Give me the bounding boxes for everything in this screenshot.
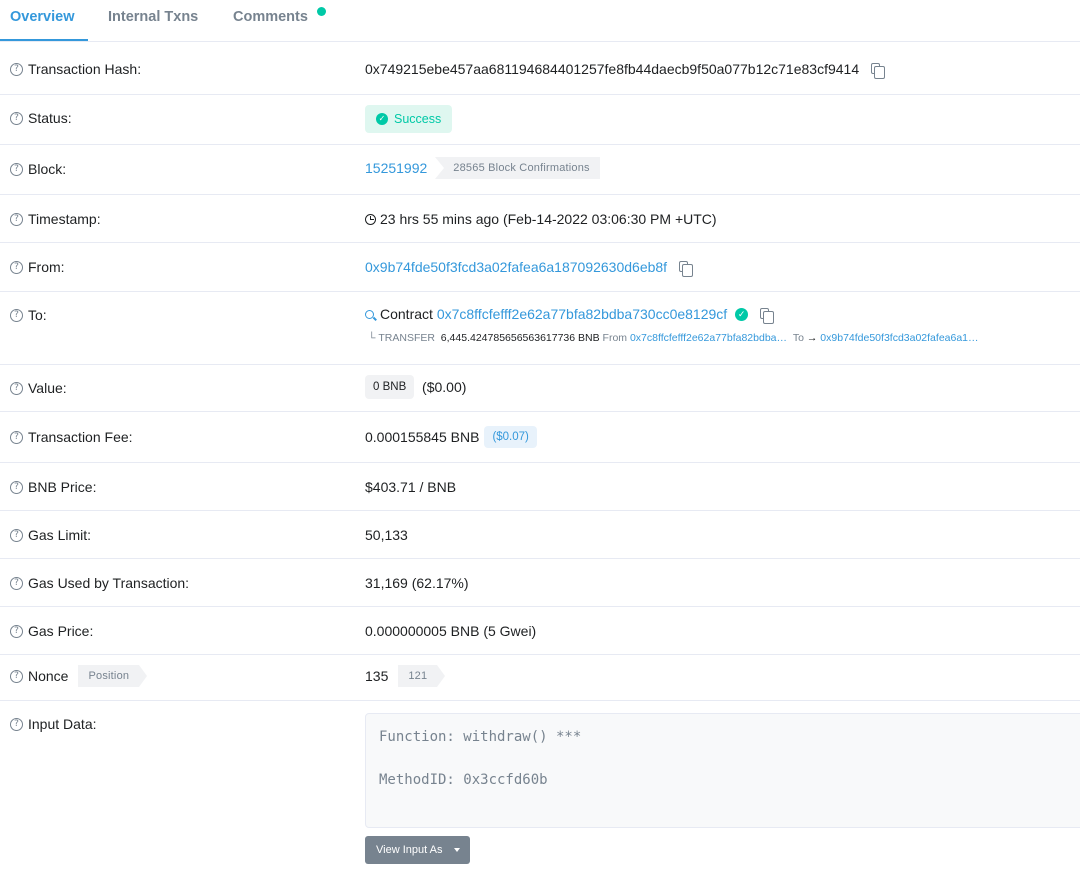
gas-limit-value: 50,133: [365, 527, 408, 543]
help-icon[interactable]: ?: [10, 111, 23, 125]
row-input-data: ? Input Data:: [10, 716, 97, 732]
position-value-badge: 121: [398, 665, 446, 687]
help-icon[interactable]: ?: [10, 528, 23, 542]
row-block: ? Block: 15251992 28565 Block Confirmatio…: [0, 145, 1080, 195]
tab-overview[interactable]: Overview: [10, 9, 75, 25]
copy-icon[interactable]: [679, 260, 694, 277]
transfer-amount: 6,445.424785656563617736 BNB: [440, 332, 600, 344]
help-icon[interactable]: ?: [10, 381, 23, 395]
bnb-price-value: $403.71 / BNB: [365, 479, 457, 495]
row-nonce: ? Nonce Position 135 121: [0, 655, 1080, 701]
tab-bar: Overview Internal Txns Comments: [0, 0, 1080, 42]
timestamp-value: 23 hrs 55 mins ago (Feb-14-2022 03:06:30…: [380, 211, 717, 227]
transfer-from-label: From: [602, 332, 628, 344]
help-icon[interactable]: ?: [10, 430, 23, 444]
row-value: ? Value: 0 BNB ($0.00): [0, 365, 1080, 412]
help-icon[interactable]: ?: [10, 669, 23, 683]
label-gas-used: Gas Used by Transaction:: [28, 575, 190, 591]
help-icon[interactable]: ?: [10, 308, 23, 322]
verified-check-icon: ✓: [735, 307, 749, 321]
value-usd: ($0.00): [422, 379, 467, 395]
transaction-fee-value: 0.000155845 BNB: [365, 429, 480, 445]
row-timestamp: ? Timestamp: 23 hrs 55 mins ago (Feb-14-2…: [0, 195, 1080, 243]
label-timestamp: Timestamp:: [28, 211, 101, 227]
row-gas-used: ? Gas Used by Transaction: 31,169 (62.17%…: [0, 559, 1080, 607]
block-number-link[interactable]: 15251992: [365, 160, 427, 176]
transfer-kind: TRANSFER: [378, 332, 435, 344]
label-status: Status:: [28, 110, 72, 126]
transfer-to-label: To: [792, 332, 804, 344]
help-icon[interactable]: ?: [10, 576, 23, 590]
label-from: From:: [28, 259, 65, 275]
fee-usd-badge: ($0.07): [484, 426, 537, 448]
help-icon[interactable]: ?: [10, 62, 23, 76]
row-gas-price: ? Gas Price: 0.000000005 BNB (5 Gwei): [0, 607, 1080, 655]
value-amount-badge: 0 BNB: [365, 375, 415, 399]
copy-icon[interactable]: [871, 62, 886, 79]
block-confirmations-badge: 28565 Block Confirmations: [435, 157, 600, 179]
row-gas-limit: ? Gas Limit: 50,133: [0, 511, 1080, 559]
input-function-line: Function: withdraw() ***: [379, 729, 582, 745]
check-circle-icon: ✓: [376, 113, 388, 125]
row-transaction-hash: ? Transaction Hash: 0x749215ebe457aa68119…: [0, 42, 1080, 95]
row-to: ? To: Contract 0x7c8ffcfefff2e62a77bfa82b…: [0, 292, 1080, 365]
view-input-as-button[interactable]: View Input As: [365, 836, 470, 864]
from-address-link[interactable]: 0x9b74fde50f3fcd3a02fafea6a187092630d6eb…: [365, 259, 667, 275]
help-icon[interactable]: ?: [10, 212, 23, 226]
nonce-value: 135: [365, 668, 389, 684]
row-from: ? From: 0x9b74fde50f3fcd3a02fafea6a187092…: [0, 243, 1080, 292]
contract-address-link[interactable]: 0x7c8ffcfefff2e62a77bfa82bdba730cc0e8129…: [437, 306, 727, 322]
input-method-id-line: MethodID: 0x3ccfd60b: [379, 772, 548, 788]
label-input-data: Input Data:: [28, 716, 97, 732]
contract-prefix: Contract: [380, 306, 433, 322]
clock-icon: [365, 213, 376, 225]
contract-search-icon: [365, 309, 374, 319]
help-icon[interactable]: ?: [10, 624, 23, 638]
row-status: ? Status: ✓ Success: [0, 95, 1080, 145]
help-icon[interactable]: ?: [10, 162, 23, 176]
label-block: Block:: [28, 161, 67, 177]
transfer-from-link[interactable]: 0x7c8ffcfefff2e62a77bfa82bdba…: [630, 332, 787, 344]
label-nonce: Nonce: [28, 668, 69, 684]
active-tab-indicator: [0, 39, 88, 41]
help-icon[interactable]: ?: [10, 717, 23, 731]
internal-transfer-line: └ TRANSFER 6,445.424785656563617736 BNB …: [368, 332, 979, 344]
label-value: Value:: [28, 380, 67, 396]
label-transaction-fee: Transaction Fee:: [28, 429, 133, 445]
chevron-down-icon: [454, 848, 461, 852]
status-badge: ✓ Success: [365, 105, 453, 133]
copy-icon[interactable]: [760, 307, 775, 324]
position-badge: Position: [78, 665, 147, 687]
transfer-to-link[interactable]: 0x9b74fde50f3fcd3a02fafea6a1…: [820, 332, 978, 344]
transaction-hash-value: 0x749215ebe457aa681194684401257fe8fb44da…: [365, 61, 860, 77]
row-bnb-price: ? BNB Price: $403.71 / BNB: [0, 463, 1080, 511]
label-gas-price: Gas Price:: [28, 623, 94, 639]
comments-notification-dot: [317, 7, 326, 16]
gas-used-value: 31,169 (62.17%): [365, 575, 469, 591]
help-icon[interactable]: ?: [10, 260, 23, 274]
tab-internal-txns[interactable]: Internal Txns: [108, 9, 198, 25]
tab-comments[interactable]: Comments: [233, 9, 308, 25]
arrow-right-icon: →: [806, 332, 818, 344]
label-bnb-price: BNB Price:: [28, 479, 97, 495]
gas-price-value: 0.000000005 BNB (5 Gwei): [365, 623, 537, 639]
label-gas-limit: Gas Limit:: [28, 527, 92, 543]
input-data-box[interactable]: Function: withdraw() *** MethodID: 0x3cc…: [365, 713, 1080, 828]
label-to: To:: [28, 307, 47, 323]
row-transaction-fee: ? Transaction Fee: 0.000155845 BNB ($0.07…: [0, 412, 1080, 463]
help-icon[interactable]: ?: [10, 480, 23, 494]
label-transaction-hash: Transaction Hash:: [28, 61, 142, 77]
